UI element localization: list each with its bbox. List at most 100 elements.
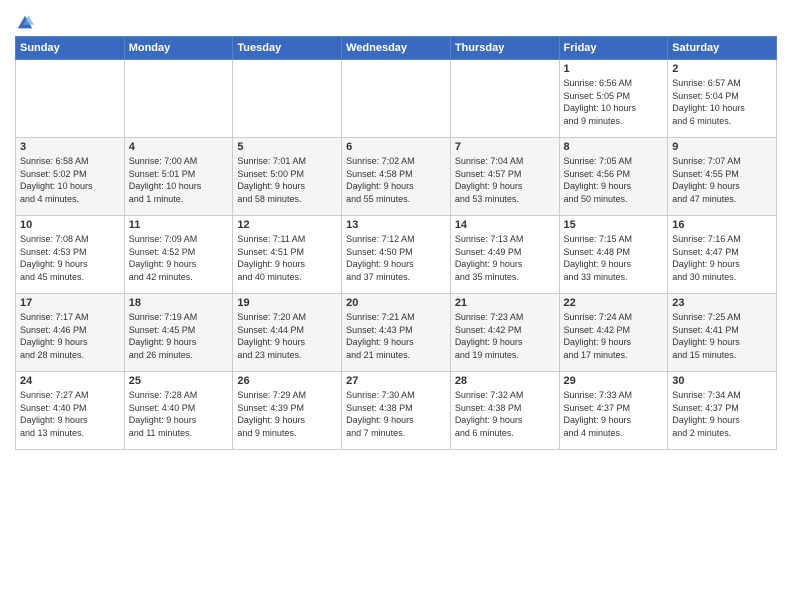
day-number: 27 <box>346 375 446 387</box>
day-number: 4 <box>129 141 229 153</box>
calendar-cell: 12 Sunrise: 7:11 AM Sunset: 4:51 PM Dayli… <box>233 216 342 294</box>
calendar-cell: 26 Sunrise: 7:29 AM Sunset: 4:39 PM Dayli… <box>233 372 342 450</box>
week-row-1: 1Sunrise: 6:56 AM Sunset: 5:05 PM Daylig… <box>16 60 777 138</box>
week-row-2: 3 Sunrise: 6:58 AM Sunset: 5:02 PM Daylig… <box>16 138 777 216</box>
calendar-cell <box>124 60 233 138</box>
day-number: 17 <box>20 297 120 309</box>
day-info: Sunrise: 7:29 AM Sunset: 4:39 PM Dayligh… <box>237 389 337 439</box>
calendar-cell: 28 Sunrise: 7:32 AM Sunset: 4:38 PM Dayli… <box>450 372 559 450</box>
day-number: 3 <box>20 141 120 153</box>
day-number: 12 <box>237 219 337 231</box>
day-info: Sunrise: 7:12 AM Sunset: 4:50 PM Dayligh… <box>346 233 446 283</box>
day-info: Sunrise: 7:17 AM Sunset: 4:46 PM Dayligh… <box>20 311 120 361</box>
calendar-cell: 6 Sunrise: 7:02 AM Sunset: 4:58 PM Daylig… <box>342 138 451 216</box>
day-number: 16 <box>672 219 772 231</box>
calendar-cell <box>342 60 451 138</box>
day-number: 23 <box>672 297 772 309</box>
day-number: 30 <box>672 375 772 387</box>
calendar-cell: 15Sunrise: 7:15 AM Sunset: 4:48 PM Dayli… <box>559 216 668 294</box>
calendar-cell: 24 Sunrise: 7:27 AM Sunset: 4:40 PM Dayli… <box>16 372 125 450</box>
calendar-cell: 21Sunrise: 7:23 AM Sunset: 4:42 PM Dayli… <box>450 294 559 372</box>
day-info: Sunrise: 7:00 AM Sunset: 5:01 PM Dayligh… <box>129 155 229 205</box>
day-info: Sunrise: 7:32 AM Sunset: 4:38 PM Dayligh… <box>455 389 555 439</box>
calendar-cell: 10 Sunrise: 7:08 AM Sunset: 4:53 PM Dayli… <box>16 216 125 294</box>
calendar-cell: 3 Sunrise: 6:58 AM Sunset: 5:02 PM Daylig… <box>16 138 125 216</box>
day-number: 9 <box>672 141 772 153</box>
day-number: 29 <box>564 375 664 387</box>
day-number: 5 <box>237 141 337 153</box>
calendar-cell: 23 Sunrise: 7:25 AM Sunset: 4:41 PM Dayli… <box>668 294 777 372</box>
calendar-cell: 8Sunrise: 7:05 AM Sunset: 4:56 PM Daylig… <box>559 138 668 216</box>
calendar-cell: 30 Sunrise: 7:34 AM Sunset: 4:37 PM Dayli… <box>668 372 777 450</box>
day-number: 6 <box>346 141 446 153</box>
calendar-header-row: SundayMondayTuesdayWednesdayThursdayFrid… <box>16 37 777 60</box>
day-info: Sunrise: 7:28 AM Sunset: 4:40 PM Dayligh… <box>129 389 229 439</box>
day-info: Sunrise: 7:13 AM Sunset: 4:49 PM Dayligh… <box>455 233 555 283</box>
day-number: 2 <box>672 63 772 75</box>
calendar-cell: 5 Sunrise: 7:01 AM Sunset: 5:00 PM Daylig… <box>233 138 342 216</box>
calendar-cell: 11 Sunrise: 7:09 AM Sunset: 4:52 PM Dayli… <box>124 216 233 294</box>
day-info: Sunrise: 7:15 AM Sunset: 4:48 PM Dayligh… <box>564 233 664 283</box>
calendar-cell <box>233 60 342 138</box>
day-info: Sunrise: 7:30 AM Sunset: 4:38 PM Dayligh… <box>346 389 446 439</box>
calendar-cell: 7 Sunrise: 7:04 AM Sunset: 4:57 PM Daylig… <box>450 138 559 216</box>
calendar-cell: 4 Sunrise: 7:00 AM Sunset: 5:01 PM Daylig… <box>124 138 233 216</box>
calendar-cell: 16 Sunrise: 7:16 AM Sunset: 4:47 PM Dayli… <box>668 216 777 294</box>
day-info: Sunrise: 7:01 AM Sunset: 5:00 PM Dayligh… <box>237 155 337 205</box>
day-info: Sunrise: 7:02 AM Sunset: 4:58 PM Dayligh… <box>346 155 446 205</box>
calendar-cell: 2 Sunrise: 6:57 AM Sunset: 5:04 PM Daylig… <box>668 60 777 138</box>
day-info: Sunrise: 7:04 AM Sunset: 4:57 PM Dayligh… <box>455 155 555 205</box>
calendar-cell: 18 Sunrise: 7:19 AM Sunset: 4:45 PM Dayli… <box>124 294 233 372</box>
day-info: Sunrise: 7:23 AM Sunset: 4:42 PM Dayligh… <box>455 311 555 361</box>
calendar-cell: 20 Sunrise: 7:21 AM Sunset: 4:43 PM Dayli… <box>342 294 451 372</box>
header-day-sunday: Sunday <box>16 37 125 60</box>
calendar-cell: 13 Sunrise: 7:12 AM Sunset: 4:50 PM Dayli… <box>342 216 451 294</box>
day-number: 13 <box>346 219 446 231</box>
day-number: 11 <box>129 219 229 231</box>
day-info: Sunrise: 7:07 AM Sunset: 4:55 PM Dayligh… <box>672 155 772 205</box>
calendar-cell: 9 Sunrise: 7:07 AM Sunset: 4:55 PM Daylig… <box>668 138 777 216</box>
day-info: Sunrise: 6:58 AM Sunset: 5:02 PM Dayligh… <box>20 155 120 205</box>
header-day-friday: Friday <box>559 37 668 60</box>
day-info: Sunrise: 7:21 AM Sunset: 4:43 PM Dayligh… <box>346 311 446 361</box>
day-number: 10 <box>20 219 120 231</box>
header-day-wednesday: Wednesday <box>342 37 451 60</box>
calendar-cell: 22Sunrise: 7:24 AM Sunset: 4:42 PM Dayli… <box>559 294 668 372</box>
header-day-monday: Monday <box>124 37 233 60</box>
day-info: Sunrise: 6:57 AM Sunset: 5:04 PM Dayligh… <box>672 77 772 127</box>
logo <box>15 14 34 32</box>
day-info: Sunrise: 7:08 AM Sunset: 4:53 PM Dayligh… <box>20 233 120 283</box>
day-info: Sunrise: 7:19 AM Sunset: 4:45 PM Dayligh… <box>129 311 229 361</box>
day-number: 20 <box>346 297 446 309</box>
day-number: 7 <box>455 141 555 153</box>
day-info: Sunrise: 6:56 AM Sunset: 5:05 PM Dayligh… <box>564 77 664 127</box>
day-number: 25 <box>129 375 229 387</box>
day-number: 19 <box>237 297 337 309</box>
day-info: Sunrise: 7:27 AM Sunset: 4:40 PM Dayligh… <box>20 389 120 439</box>
day-number: 28 <box>455 375 555 387</box>
calendar-cell <box>450 60 559 138</box>
day-number: 14 <box>455 219 555 231</box>
calendar-cell: 29Sunrise: 7:33 AM Sunset: 4:37 PM Dayli… <box>559 372 668 450</box>
calendar-table: SundayMondayTuesdayWednesdayThursdayFrid… <box>15 36 777 450</box>
calendar-cell: 17 Sunrise: 7:17 AM Sunset: 4:46 PM Dayli… <box>16 294 125 372</box>
week-row-4: 17 Sunrise: 7:17 AM Sunset: 4:46 PM Dayli… <box>16 294 777 372</box>
day-info: Sunrise: 7:25 AM Sunset: 4:41 PM Dayligh… <box>672 311 772 361</box>
calendar-cell <box>16 60 125 138</box>
day-info: Sunrise: 7:09 AM Sunset: 4:52 PM Dayligh… <box>129 233 229 283</box>
day-number: 24 <box>20 375 120 387</box>
header-day-thursday: Thursday <box>450 37 559 60</box>
calendar-cell: 1Sunrise: 6:56 AM Sunset: 5:05 PM Daylig… <box>559 60 668 138</box>
day-info: Sunrise: 7:34 AM Sunset: 4:37 PM Dayligh… <box>672 389 772 439</box>
day-info: Sunrise: 7:11 AM Sunset: 4:51 PM Dayligh… <box>237 233 337 283</box>
calendar-cell: 25 Sunrise: 7:28 AM Sunset: 4:40 PM Dayli… <box>124 372 233 450</box>
day-number: 8 <box>564 141 664 153</box>
day-number: 26 <box>237 375 337 387</box>
calendar-cell: 19Sunrise: 7:20 AM Sunset: 4:44 PM Dayli… <box>233 294 342 372</box>
page-container: SundayMondayTuesdayWednesdayThursdayFrid… <box>0 0 792 460</box>
day-number: 18 <box>129 297 229 309</box>
week-row-5: 24 Sunrise: 7:27 AM Sunset: 4:40 PM Dayli… <box>16 372 777 450</box>
header <box>15 10 777 32</box>
day-info: Sunrise: 7:16 AM Sunset: 4:47 PM Dayligh… <box>672 233 772 283</box>
calendar-cell: 27 Sunrise: 7:30 AM Sunset: 4:38 PM Dayli… <box>342 372 451 450</box>
